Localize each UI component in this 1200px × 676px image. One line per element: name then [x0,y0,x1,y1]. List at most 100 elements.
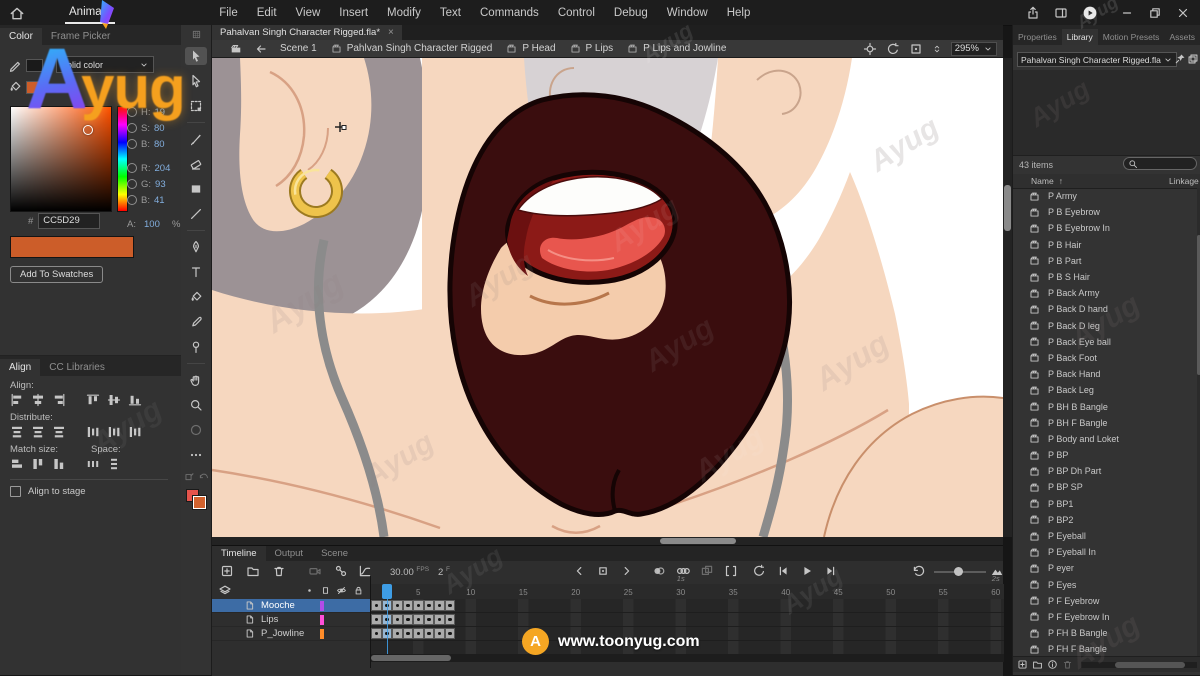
new-library-panel-icon[interactable] [1187,53,1199,65]
stroke-color-pencil-icon[interactable] [8,58,22,72]
distribute-right-icon[interactable] [128,425,142,439]
color-mode-radio[interactable] [127,179,137,189]
snap-icon[interactable] [198,471,209,482]
library-item[interactable]: P Back Eye ball [1013,334,1197,350]
library-document-select[interactable]: Pahalvan Singh Character Rigged.fla [1017,52,1177,67]
eye-hidden-icon[interactable] [336,585,347,596]
layer-name[interactable]: Lips [261,614,278,625]
color-value[interactable]: 19 [155,107,179,118]
align-left-icon[interactable] [10,393,24,407]
distribute-horizontal-center-icon[interactable] [107,425,121,439]
workspace-icon[interactable] [1054,6,1068,20]
panel-tab[interactable]: Library [1062,29,1098,45]
home-icon[interactable] [9,5,25,21]
menu-item[interactable]: Debug [614,7,648,19]
breadcrumb-item[interactable]: P Lips and Jowline [627,43,726,54]
line-tool[interactable] [185,205,207,223]
fill-stroke-swatches[interactable] [186,489,206,509]
library-column-headers[interactable]: Name ↑ Linkage [1013,174,1200,189]
library-item[interactable]: P BP2 [1013,512,1197,528]
menu-item[interactable]: Control [558,7,595,19]
scrollbar-thumb[interactable] [660,538,736,544]
timeline-layer-row[interactable]: Mooche [212,599,370,613]
library-item[interactable]: P Body and Loket [1013,431,1197,447]
color-type-select[interactable]: Solid color [56,56,154,73]
scene-clapper-icon[interactable] [230,43,242,55]
color-value[interactable]: 41 [154,195,178,206]
toolbar-grid-icon[interactable] [191,29,202,40]
zoom-level-select[interactable]: 295% [951,42,997,56]
name-column-header[interactable]: Name [1031,176,1054,186]
align-right-icon[interactable] [52,393,66,407]
keyframe-row[interactable] [371,627,1004,641]
hex-input[interactable]: CC5D29 [38,213,100,229]
layer-parenting-icon[interactable] [334,564,348,578]
panel-tab[interactable]: CC Libraries [40,359,114,376]
canvas-horizontal-scrollbar[interactable] [212,537,1003,545]
timeline-frames-area[interactable]: 1s2s 51015202530354045505560 [370,576,1004,668]
paint-bucket-tool[interactable] [185,288,207,306]
pen-tool[interactable] [185,238,207,256]
match-width-icon[interactable] [10,457,24,471]
timeline-layer-row[interactable]: Lips [212,613,370,627]
library-item[interactable]: P BP [1013,447,1197,463]
distribute-top-icon[interactable] [10,425,24,439]
library-item[interactable]: P Back Army [1013,285,1197,301]
library-item[interactable]: P FH F Bangle [1013,641,1197,656]
asset-warp-tool[interactable] [185,338,207,356]
align-to-stage-checkbox[interactable] [10,486,21,497]
stage-canvas[interactable]: Ayug Ayug Ayug Ayug Ayug Ayug Ayug Ayug [212,58,1003,537]
show-all-icon[interactable] [304,585,315,596]
playhead-marker[interactable] [382,584,393,599]
selection-tool[interactable] [185,47,207,65]
align-center-vertical-icon[interactable] [107,393,121,407]
scrollbar-thumb[interactable] [1004,185,1011,231]
panel-tab[interactable]: Motion Presets [1098,29,1165,45]
subselection-tool[interactable] [185,72,207,90]
library-item[interactable]: P BH B Bangle [1013,398,1197,414]
eyedropper-tool[interactable] [185,313,207,331]
outline-view-icon[interactable] [320,585,331,596]
panel-tab[interactable]: Timeline [212,546,266,561]
hand-tool[interactable] [185,371,207,389]
color-mode-radio[interactable] [127,163,137,173]
library-item[interactable]: P BP SP [1013,479,1197,495]
delete-icon[interactable] [272,564,286,578]
library-item[interactable]: P Eyes [1013,577,1197,593]
scrollbar-thumb[interactable] [371,655,451,661]
scrollbar-thumb[interactable] [1115,662,1185,668]
fill-color-chip[interactable] [26,81,43,94]
color-value[interactable]: 204 [155,163,179,174]
breadcrumb-item[interactable]: P Lips [570,43,614,54]
current-color-swatch[interactable] [10,236,134,258]
free-transform-tool[interactable] [185,97,207,115]
timeline-horizontal-scrollbar[interactable] [371,654,1004,662]
library-item[interactable]: P B S Hair [1013,269,1197,285]
library-item[interactable]: P B Eyebrow [1013,204,1197,220]
library-item[interactable]: P F Eyebrow In [1013,609,1197,625]
distribute-vertical-center-icon[interactable] [31,425,45,439]
breadcrumb-item[interactable]: P Head [506,43,555,54]
share-icon[interactable] [1026,6,1040,20]
align-top-icon[interactable] [86,393,100,407]
menu-item[interactable]: File [219,7,238,19]
app-menu-animate[interactable]: Animate [69,6,111,20]
search-input[interactable] [1123,157,1197,170]
brush-tool[interactable] [185,130,207,148]
rotate-view-icon[interactable] [886,42,900,56]
test-movie-icon[interactable] [1082,5,1098,21]
timeline-layer-row[interactable]: P_Jowline [212,627,370,641]
panel-tab[interactable]: Output [266,546,313,561]
eraser-tool[interactable] [185,155,207,173]
color-mode-radio[interactable] [127,139,137,149]
menu-item[interactable]: Edit [257,7,277,19]
back-icon[interactable] [254,42,268,56]
delete-icon[interactable] [1062,659,1073,670]
pin-icon[interactable] [1174,53,1186,65]
space-vertical-icon[interactable] [107,457,121,471]
library-item[interactable]: P BH F Bangle [1013,415,1197,431]
color-picker-marker[interactable] [83,125,93,135]
linkage-column-header[interactable]: Linkage [1169,176,1199,186]
tab-close-icon[interactable]: × [388,27,394,38]
layer-color-chip[interactable] [320,629,324,639]
